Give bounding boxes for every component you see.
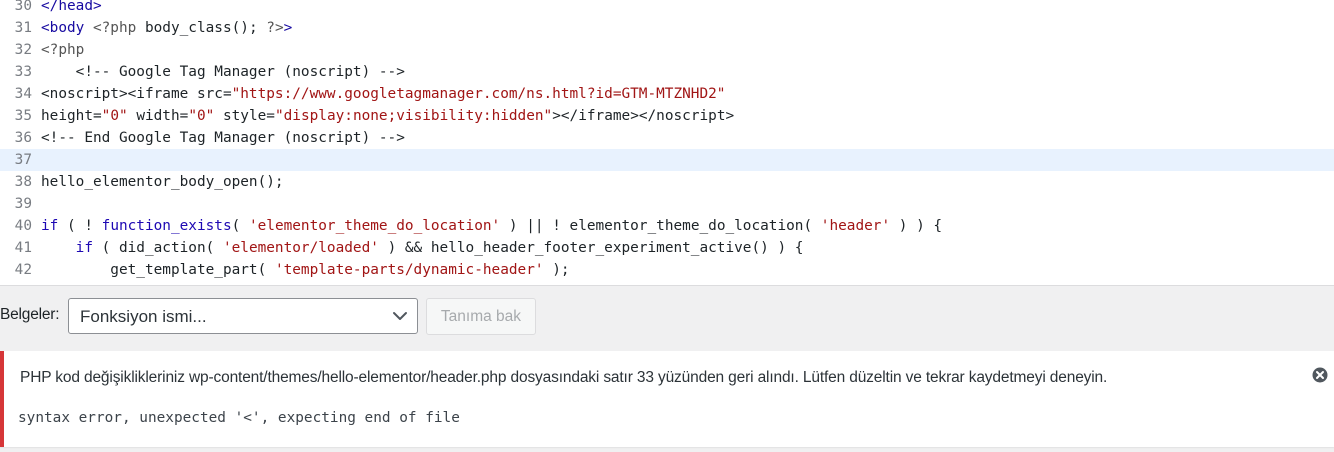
code-token: > bbox=[283, 20, 293, 36]
code-token: <!-- Google Tag Manager (noscript) --> bbox=[41, 64, 405, 80]
line-number: 37 bbox=[14, 152, 32, 168]
code-token: <body bbox=[41, 20, 93, 36]
code-token: "0" bbox=[101, 108, 128, 124]
code-token: ) && hello_header_footer_experiment_acti… bbox=[378, 240, 804, 256]
code-token: ></iframe></noscript> bbox=[552, 108, 735, 124]
code-token: <?php bbox=[92, 20, 137, 36]
code-token: ) ) { bbox=[890, 218, 943, 234]
code-line[interactable]: 33 <!-- Google Tag Manager (noscript) --… bbox=[0, 61, 1334, 83]
code-text: hello_elementor_body_open(); bbox=[41, 171, 284, 193]
code-token: <!-- End Google Tag Manager (noscript) -… bbox=[41, 130, 405, 146]
code-text: if ( ! function_exists( 'elementor_theme… bbox=[41, 215, 942, 237]
line-number: 33 bbox=[14, 64, 32, 80]
line-number: 35 bbox=[14, 108, 32, 124]
line-number: 42 bbox=[14, 262, 32, 278]
notice-message: PHP kod değişiklikleriniz wp-content/the… bbox=[20, 369, 1108, 386]
line-number: 38 bbox=[14, 174, 32, 190]
code-line[interactable]: 32 <?php bbox=[0, 39, 1334, 61]
dismiss-icon[interactable] bbox=[1312, 367, 1328, 383]
code-text: <?php bbox=[41, 39, 84, 61]
code-token: ?> bbox=[266, 20, 284, 36]
code-text: get_template_part( 'template-parts/dynam… bbox=[41, 259, 570, 281]
code-text: <!-- Google Tag Manager (noscript) --> bbox=[41, 61, 405, 83]
code-token: function_exists bbox=[101, 218, 232, 234]
code-token: ); bbox=[543, 262, 570, 278]
code-line[interactable]: 34 <noscript><iframe src="https://www.goo… bbox=[0, 83, 1334, 105]
code-text: <body <?php body_class(); ?>> bbox=[41, 17, 292, 39]
code-token: "display:none;visibility:hidden" bbox=[274, 108, 553, 124]
code-token: width= bbox=[127, 108, 189, 124]
code-token: style= bbox=[214, 108, 275, 124]
line-number: 41 bbox=[14, 240, 32, 256]
line-number: 32 bbox=[14, 42, 32, 58]
code-token: 'elementor/loaded' bbox=[222, 240, 379, 256]
code-token: ( bbox=[231, 218, 249, 234]
code-token: </head> bbox=[41, 0, 102, 14]
line-number: 31 bbox=[14, 20, 32, 36]
code-text: <!-- End Google Tag Manager (noscript) -… bbox=[41, 127, 405, 149]
function-name-select[interactable]: Fonksiyon ismi... bbox=[68, 298, 418, 334]
code-token: ( did_action( bbox=[92, 240, 223, 256]
code-line[interactable]: 42 get_template_part( 'template-parts/dy… bbox=[0, 259, 1334, 281]
code-line[interactable]: 35 height="0" width="0" style="display:no… bbox=[0, 105, 1334, 127]
code-token: if bbox=[41, 218, 59, 234]
notice-accent-bar bbox=[0, 351, 4, 447]
code-token: "0" bbox=[188, 108, 215, 124]
code-token: <?php bbox=[41, 42, 85, 58]
code-text: <noscript><iframe src="https://www.googl… bbox=[41, 83, 725, 105]
code-text: </head> bbox=[41, 0, 102, 17]
code-token: 'elementor_theme_do_location' bbox=[248, 218, 501, 234]
code-token: 'header' bbox=[820, 218, 891, 234]
code-line[interactable]: 38 hello_elementor_body_open(); bbox=[0, 171, 1334, 193]
code-line[interactable]: 39 bbox=[0, 193, 1334, 215]
code-token: height= bbox=[41, 108, 102, 124]
code-line[interactable]: 31 <body <?php body_class(); ?>> bbox=[0, 17, 1334, 39]
code-token: "https://www.googletagmanager.com/ns.htm… bbox=[231, 86, 726, 102]
line-number: 40 bbox=[14, 218, 32, 234]
code-editor[interactable]: 30 </head> 31 <body <?php body_class(); ?>>… bbox=[0, 0, 1334, 286]
code-token: ) || ! elementor_theme_do_location( bbox=[500, 218, 821, 234]
line-number: 39 bbox=[14, 196, 32, 212]
lookup-button[interactable]: Tanıma bak bbox=[426, 298, 536, 335]
code-token: 'template-parts/dynamic-header' bbox=[274, 262, 544, 278]
code-token: get_template_part( bbox=[41, 262, 275, 278]
code-token: body_class(); bbox=[136, 20, 267, 36]
chevron-down-icon bbox=[393, 312, 407, 320]
code-text: if ( did_action( 'elementor/loaded' ) &&… bbox=[41, 237, 804, 259]
code-token: hello_elementor_body_open(); bbox=[41, 174, 284, 190]
code-line[interactable]: 36 <!-- End Google Tag Manager (noscript)… bbox=[0, 127, 1334, 149]
documentation-label: Belgeler: bbox=[0, 306, 60, 323]
code-token: ( ! bbox=[58, 218, 102, 234]
code-line[interactable]: 41 if ( did_action( 'elementor/loaded' )… bbox=[0, 237, 1334, 259]
code-text: height="0" width="0" style="display:none… bbox=[41, 105, 734, 127]
error-notice: PHP kod değişiklikleriniz wp-content/the… bbox=[0, 351, 1334, 447]
code-token: if bbox=[75, 240, 93, 256]
line-number: 34 bbox=[14, 86, 32, 102]
code-line[interactable]: 30 </head> bbox=[0, 0, 1334, 17]
code-line[interactable]: 37 bbox=[0, 149, 1334, 171]
select-value: Fonksiyon ismi... bbox=[80, 307, 207, 326]
code-line[interactable]: 40 if ( ! function_exists( 'elementor_the… bbox=[0, 215, 1334, 237]
notice-error-detail: syntax error, unexpected '<', expecting … bbox=[18, 410, 460, 426]
code-token: <noscript><iframe src= bbox=[41, 86, 232, 102]
line-number: 36 bbox=[14, 130, 32, 146]
line-number: 30 bbox=[14, 0, 32, 14]
